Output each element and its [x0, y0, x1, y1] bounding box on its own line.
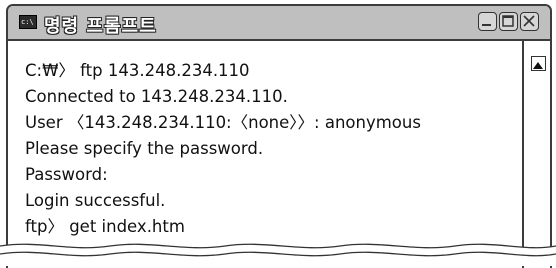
- scroll-up-arrow-icon: [533, 62, 543, 69]
- console-output[interactable]: C:₩〉 ftp 143.248.234.110 Connected to 14…: [8, 41, 520, 268]
- command-prompt-window: c:\ 명령 프롬프트 C:₩〉 ftp 143.248.234.110 Con…: [6, 4, 552, 268]
- close-icon: [523, 15, 535, 27]
- vertical-scrollbar[interactable]: [522, 41, 550, 268]
- console-line: C:₩〉 ftp 143.248.234.110: [25, 61, 250, 80]
- console-line: Connected to 143.248.234.110.: [25, 87, 288, 106]
- maximize-button[interactable]: [499, 12, 518, 31]
- minimize-icon: [482, 24, 491, 26]
- title-bar[interactable]: c:\ 명령 프롬프트: [8, 6, 550, 41]
- minimize-button[interactable]: [478, 12, 497, 31]
- scroll-up-button[interactable]: [531, 56, 546, 71]
- console-line: ftp〉 get index.htm: [25, 217, 185, 236]
- torn-edge-decoration: [0, 243, 556, 266]
- maximize-icon: [502, 15, 514, 27]
- console-line: User 〈143.248.234.110:〈none〉〉: anonymous: [25, 113, 421, 132]
- cmd-app-icon: c:\: [19, 15, 37, 29]
- close-button[interactable]: [520, 12, 539, 31]
- console-line: Please specify the password.: [25, 139, 264, 158]
- console-line: Password:: [25, 165, 108, 184]
- app-icon-label: c:\: [21, 18, 34, 26]
- window-title: 명령 프롬프트: [44, 16, 157, 37]
- console-line: Login successful.: [25, 191, 166, 210]
